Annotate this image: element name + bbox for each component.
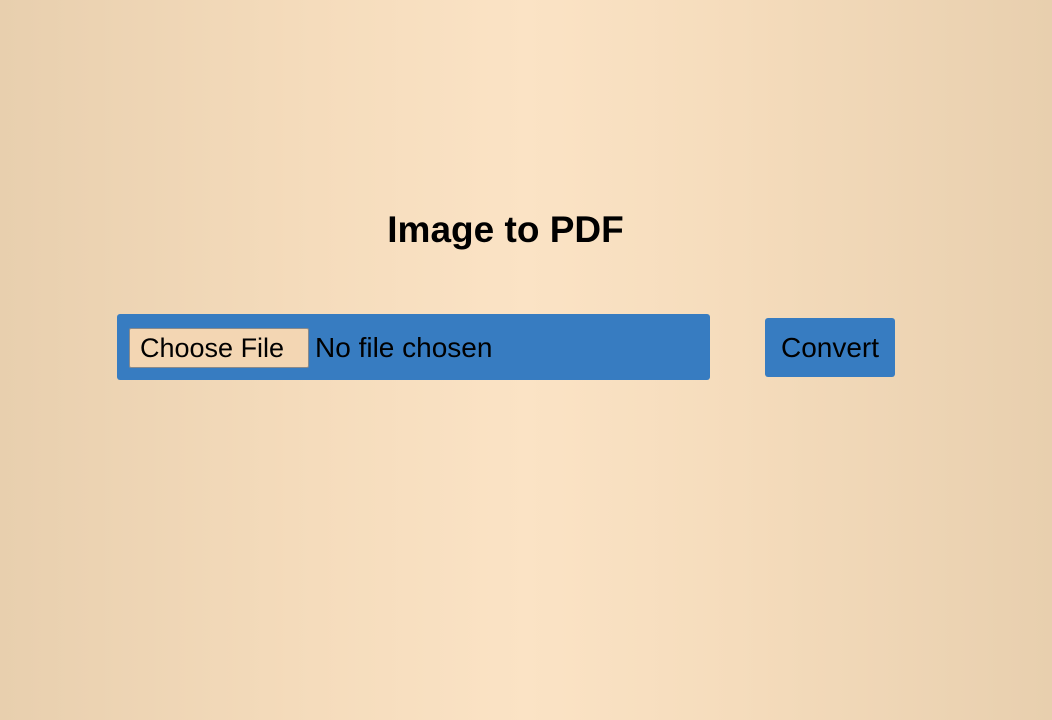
page-title: Image to PDF: [387, 209, 624, 250]
choose-file-button[interactable]: Choose File: [129, 328, 309, 368]
file-status-text: No file chosen: [315, 332, 493, 363]
convert-button[interactable]: Convert: [765, 318, 895, 377]
file-input-container[interactable]: Choose File No file chosen: [117, 314, 710, 380]
